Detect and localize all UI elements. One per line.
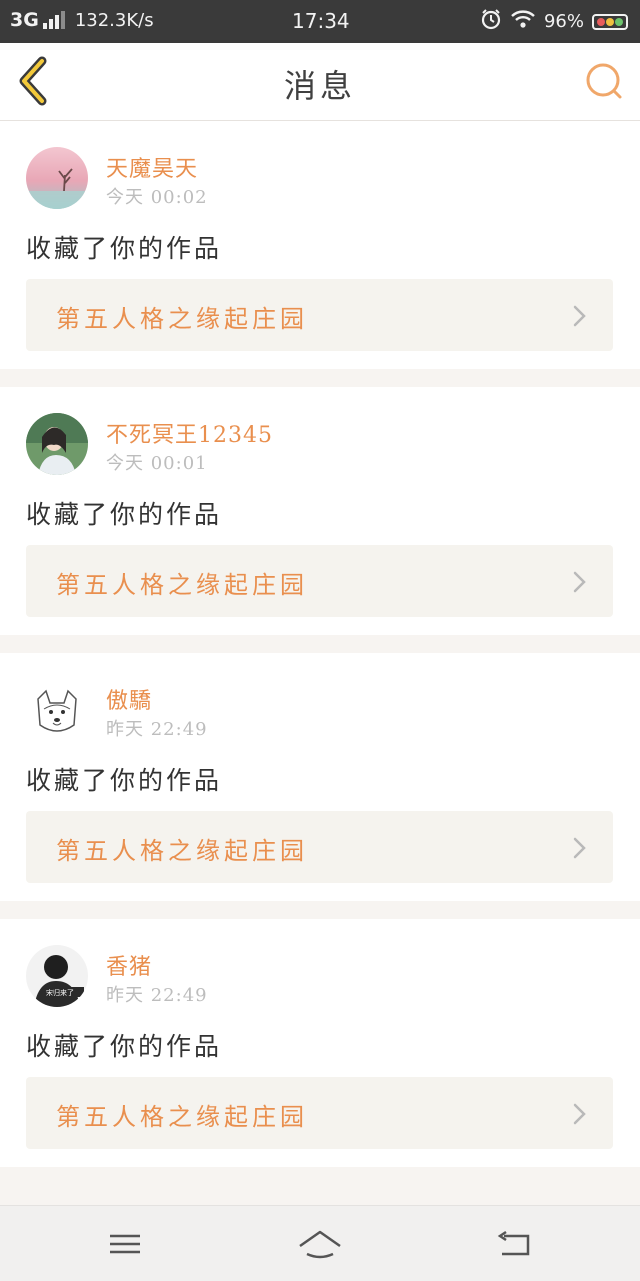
work-title: 第五人格之缘起庄园 [56, 1103, 308, 1131]
nav-menu-button[interactable] [100, 1224, 150, 1264]
message-card: 傲驕 昨天 22:49 收藏了你的作品 第五人格之缘起庄园 [0, 653, 640, 901]
battery-icon [592, 13, 628, 30]
avatar[interactable] [26, 679, 88, 741]
nav-home-button[interactable] [295, 1224, 345, 1264]
avatar[interactable] [26, 147, 88, 209]
app-header: 消息 [0, 43, 640, 121]
home-icon [299, 1230, 341, 1259]
action-text: 收藏了你的作品 [26, 500, 223, 529]
network-type: 3G [10, 9, 39, 31]
message-list: 天魔昊天 今天 00:02 收藏了你的作品 第五人格之缘起庄园 不死冥王1234… [0, 121, 640, 1185]
avatar[interactable]: 宋归来了 [26, 945, 88, 1007]
action-text: 收藏了你的作品 [26, 766, 223, 795]
status-bar: 3G 132.3K/s 17:34 96% [0, 0, 640, 43]
work-title: 第五人格之缘起庄园 [56, 837, 308, 865]
username[interactable]: 傲驕 [106, 683, 152, 715]
action-text: 收藏了你的作品 [26, 1032, 223, 1061]
chevron-right-icon [573, 305, 586, 327]
message-card: 不死冥王12345 今天 00:01 收藏了你的作品 第五人格之缘起庄园 [0, 387, 640, 635]
timestamp: 昨天 22:49 [106, 985, 208, 1006]
work-link[interactable]: 第五人格之缘起庄园 [26, 545, 613, 617]
status-left: 3G 132.3K/s [10, 9, 154, 31]
avatar[interactable] [26, 413, 88, 475]
search-icon [586, 63, 622, 99]
username[interactable]: 不死冥王12345 [106, 417, 273, 449]
search-button[interactable] [582, 59, 628, 105]
nav-back-button[interactable] [490, 1224, 540, 1264]
chevron-right-icon [573, 837, 586, 859]
wifi-icon [510, 9, 536, 34]
return-icon [497, 1230, 530, 1256]
battery-percent: 96% [543, 11, 584, 32]
work-link[interactable]: 第五人格之缘起庄园 [26, 279, 613, 351]
chevron-right-icon [573, 1103, 586, 1125]
username[interactable]: 天魔昊天 [106, 151, 198, 183]
work-link[interactable]: 第五人格之缘起庄园 [26, 1077, 613, 1149]
message-card: 天魔昊天 今天 00:02 收藏了你的作品 第五人格之缘起庄园 [0, 121, 640, 369]
work-link[interactable]: 第五人格之缘起庄园 [26, 811, 613, 883]
action-text: 收藏了你的作品 [26, 234, 223, 263]
chevron-right-icon [573, 571, 586, 593]
avatar-caption: 宋归来了 [46, 988, 74, 997]
menu-icon [110, 1234, 140, 1254]
clock: 17:34 [292, 9, 350, 33]
timestamp: 昨天 22:49 [106, 719, 208, 740]
page-title: 消息 [283, 67, 356, 105]
timestamp: 今天 00:01 [106, 453, 208, 474]
timestamp: 今天 00:02 [106, 187, 208, 208]
work-title: 第五人格之缘起庄园 [56, 305, 308, 333]
system-nav-bar [0, 1205, 640, 1281]
work-title: 第五人格之缘起庄园 [56, 571, 308, 599]
alarm-icon [480, 8, 502, 35]
message-card: 宋归来了 香猪 昨天 22:49 收藏了你的作品 第五人格之缘起庄园 [0, 919, 640, 1167]
network-speed: 132.3K/s [74, 9, 154, 31]
signal-icon [42, 11, 65, 29]
username[interactable]: 香猪 [106, 949, 152, 981]
status-right: 96% [480, 8, 628, 35]
